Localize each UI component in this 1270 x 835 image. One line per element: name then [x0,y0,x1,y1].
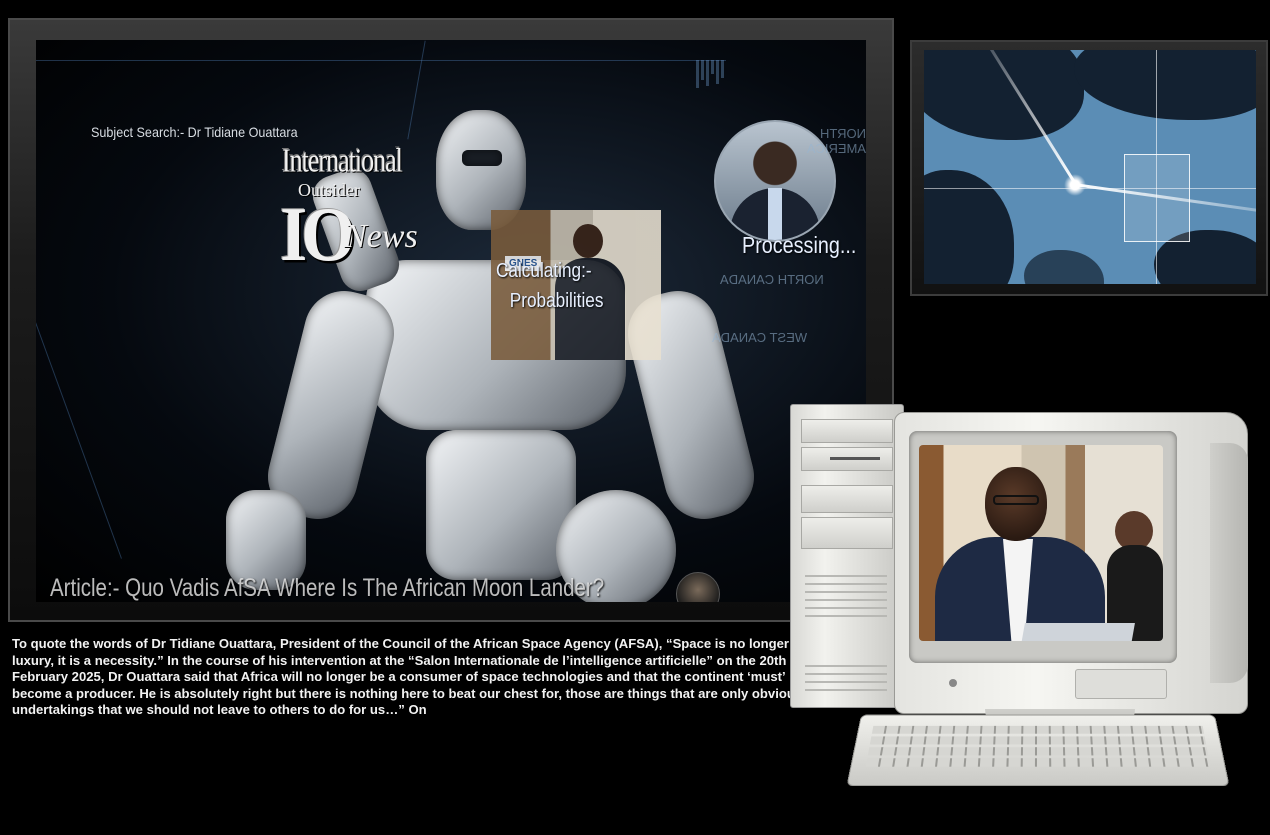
logo-line-news: News [344,218,418,255]
calculating-label: Calculating:- [496,260,592,282]
hud-label: NORTH AMERICA [806,126,866,156]
hud-grid-bar [696,60,724,88]
satellite-map-screen [924,50,1256,284]
crt-control-panel [1075,669,1167,699]
crt-screen-photo [919,445,1163,641]
hud-label: NORTH CANADA [720,272,824,287]
main-monitor: Subject Search:- Dr Tidiane Ouattara Int… [8,18,894,622]
map-target-box [1124,154,1190,242]
power-led-icon [949,679,957,687]
io-news-logo: International Outsider IO News [276,136,441,278]
hud-label: WEST CANADA [712,330,808,345]
logo-line-international: International [282,141,403,180]
crt-monitor [894,412,1248,731]
logo-line-io: IO [280,193,356,278]
processing-label: Processing... [742,232,857,258]
probabilities-label: Probabilities [509,290,604,312]
retro-computer-illustration [790,398,1270,798]
article-title: Article:- Quo Vadis AfSA Where Is The Af… [50,574,605,602]
map-target-flare-icon [1064,174,1086,196]
hud-line [36,201,122,559]
article-body-text: To quote the words of Dr Tidiane Ouattar… [12,636,803,718]
subject-search-label: Subject Search:- Dr Tidiane Ouattara [91,124,298,140]
main-monitor-screen: Subject Search:- Dr Tidiane Ouattara Int… [36,40,866,602]
map-monitor [910,40,1268,296]
calculating-overlay: Calculating:- Probabilities [496,256,603,316]
keyboard [846,714,1230,787]
hud-line [36,60,726,61]
pc-tower [790,404,904,708]
